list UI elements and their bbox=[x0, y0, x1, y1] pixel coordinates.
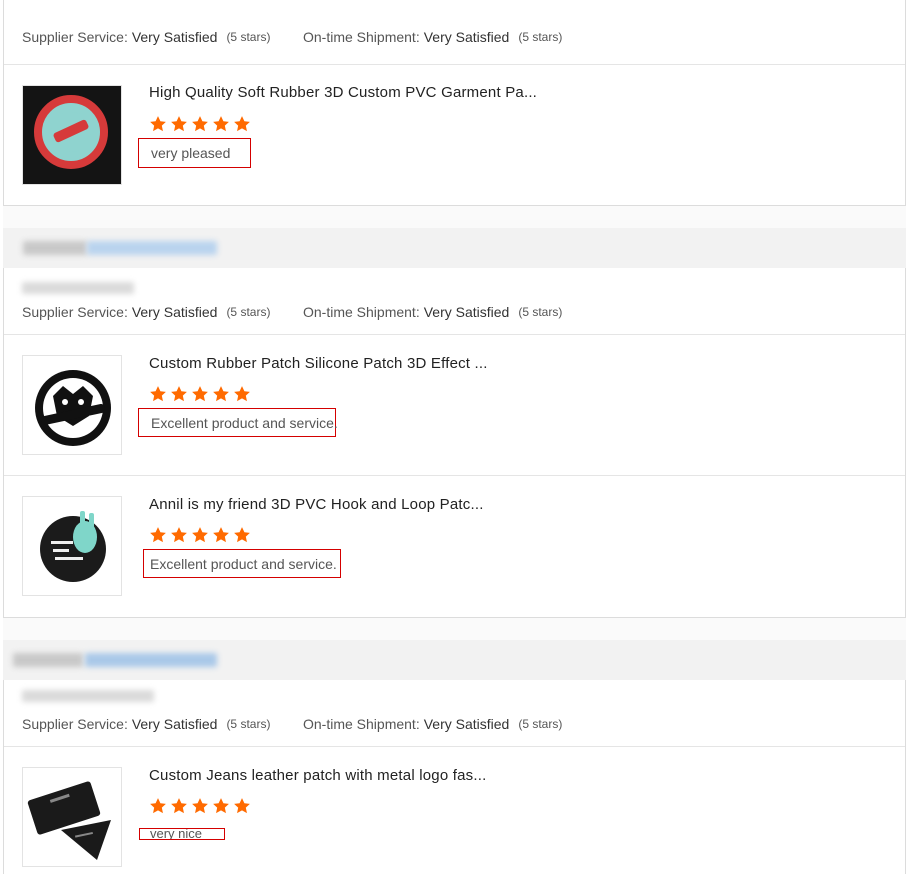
star-icon bbox=[150, 386, 166, 402]
section-divider bbox=[3, 206, 906, 228]
supplier-service-label: Supplier Service: bbox=[22, 716, 128, 732]
supplier-service-stars: (5 stars) bbox=[226, 305, 271, 319]
shipment-value: Very Satisfied bbox=[423, 304, 510, 320]
star-icon bbox=[171, 527, 187, 543]
product-title[interactable]: Annil is my friend 3D PVC Hook and Loop … bbox=[149, 496, 484, 513]
blurred-buyer-country bbox=[85, 653, 217, 667]
supplier-service-value: Very Satisfied bbox=[131, 304, 218, 320]
service-rating-row: Supplier Service: Very Satisfied (5 star… bbox=[4, 690, 905, 747]
star-rating bbox=[149, 797, 251, 815]
star-rating bbox=[149, 115, 251, 133]
product-title[interactable]: Custom Jeans leather patch with metal lo… bbox=[149, 767, 486, 784]
product-review: Custom Jeans leather patch with metal lo… bbox=[4, 747, 905, 874]
tiger-patch-icon bbox=[35, 370, 111, 446]
feedback-text: Excellent product and service. bbox=[143, 549, 341, 578]
shipment-value: Very Satisfied bbox=[423, 716, 510, 732]
supplier-service-label: Supplier Service: bbox=[22, 29, 128, 45]
star-icon bbox=[234, 386, 250, 402]
star-icon bbox=[192, 386, 208, 402]
star-icon bbox=[150, 798, 166, 814]
product-thumbnail[interactable] bbox=[22, 355, 122, 455]
product-review: Custom Rubber Patch Silicone Patch 3D Ef… bbox=[4, 335, 905, 476]
shipment-label: On-time Shipment: bbox=[303, 29, 420, 45]
product-thumbnail[interactable] bbox=[22, 496, 122, 596]
supplier-service-stars: (5 stars) bbox=[226, 30, 271, 44]
supplier-service-label: Supplier Service: bbox=[22, 304, 128, 320]
feedback-text: Excellent product and service. bbox=[138, 408, 338, 437]
star-rating bbox=[149, 385, 251, 403]
patch-logo-icon bbox=[23, 86, 121, 184]
service-rating-row: Supplier Service: Very Satisfied (5 star… bbox=[4, 10, 905, 65]
supplier-service-value: Very Satisfied bbox=[131, 716, 218, 732]
supplier-service-stars: (5 stars) bbox=[226, 717, 271, 731]
feedback-text: very nice bbox=[139, 828, 225, 840]
shipment-label: On-time Shipment: bbox=[303, 716, 420, 732]
star-icon bbox=[234, 798, 250, 814]
review-card: Supplier Service: Very Satisfied (5 star… bbox=[3, 268, 906, 618]
shipment-stars: (5 stars) bbox=[518, 30, 563, 44]
shipment-label: On-time Shipment: bbox=[303, 304, 420, 320]
product-title[interactable]: High Quality Soft Rubber 3D Custom PVC G… bbox=[149, 84, 537, 101]
star-icon bbox=[150, 527, 166, 543]
service-rating-row: Supplier Service: Very Satisfied (5 star… bbox=[4, 278, 905, 335]
product-thumbnail[interactable] bbox=[22, 767, 122, 867]
shipment-stars: (5 stars) bbox=[518, 717, 563, 731]
shipment-stars: (5 stars) bbox=[518, 305, 563, 319]
supplier-service-value: Very Satisfied bbox=[131, 29, 218, 45]
star-icon bbox=[171, 386, 187, 402]
review-card: Supplier Service: Very Satisfied (5 star… bbox=[3, 680, 906, 874]
leather-patch-icon bbox=[27, 781, 111, 860]
star-icon bbox=[192, 527, 208, 543]
bunny-patch-icon bbox=[40, 511, 106, 582]
section-divider bbox=[3, 618, 906, 640]
buyer-header bbox=[3, 228, 906, 268]
star-icon bbox=[213, 386, 229, 402]
product-thumbnail[interactable] bbox=[22, 85, 122, 185]
star-icon bbox=[192, 798, 208, 814]
blurred-buyer-name bbox=[23, 241, 87, 255]
buyer-header bbox=[3, 640, 906, 680]
product-review: High Quality Soft Rubber 3D Custom PVC G… bbox=[4, 65, 905, 205]
feedback-text: very pleased bbox=[138, 138, 251, 168]
star-icon bbox=[213, 798, 229, 814]
star-icon bbox=[171, 116, 187, 132]
star-icon bbox=[171, 798, 187, 814]
product-title[interactable]: Custom Rubber Patch Silicone Patch 3D Ef… bbox=[149, 355, 488, 372]
star-icon bbox=[150, 116, 166, 132]
star-icon bbox=[192, 116, 208, 132]
blurred-buyer-name bbox=[13, 653, 83, 667]
star-icon bbox=[213, 527, 229, 543]
star-icon bbox=[213, 116, 229, 132]
blurred-buyer-country bbox=[87, 241, 217, 255]
review-card: Supplier Service: Very Satisfied (5 star… bbox=[3, 0, 906, 206]
star-rating bbox=[149, 526, 251, 544]
shipment-value: Very Satisfied bbox=[423, 29, 510, 45]
product-review: Annil is my friend 3D PVC Hook and Loop … bbox=[4, 476, 905, 617]
star-icon bbox=[234, 527, 250, 543]
star-icon bbox=[234, 116, 250, 132]
